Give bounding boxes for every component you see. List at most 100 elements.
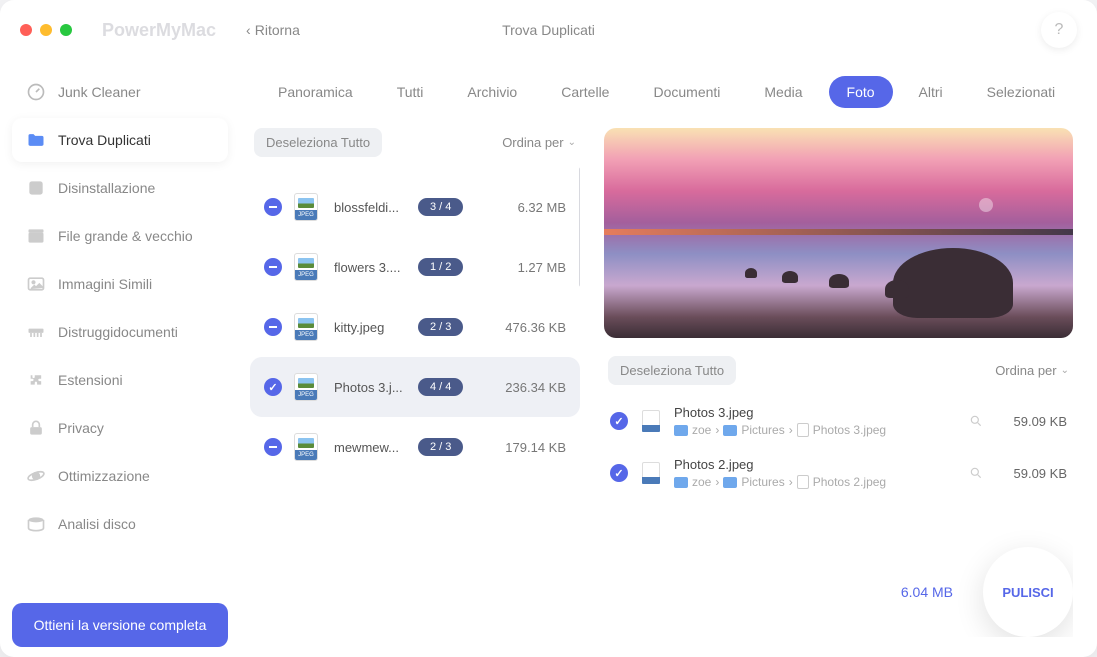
duplicate-group-row[interactable]: JPEG flowers 3.... 1 / 2 1.27 MB (250, 237, 580, 297)
page-icon (797, 475, 809, 489)
app-brand: PowerMyMac (102, 20, 216, 41)
clean-button[interactable]: PULISCI (983, 547, 1073, 637)
chevron-down-icon: ⌄ (568, 137, 576, 148)
file-size: 476.36 KB (475, 320, 566, 335)
sidebar-item-app-grid[interactable]: Disinstallazione (12, 166, 228, 210)
tab-tutti[interactable]: Tutti (379, 76, 442, 108)
checkbox[interactable] (264, 378, 282, 396)
reveal-icon[interactable] (969, 414, 983, 428)
jpeg-icon: JPEG (294, 433, 322, 461)
close-window[interactable] (20, 24, 32, 36)
folder-icon (674, 425, 688, 436)
sidebar: Junk Cleaner Trova Duplicati Disinstallazi… (0, 60, 240, 657)
page-icon (797, 423, 809, 437)
preview-image (604, 128, 1073, 338)
sidebar-item-gauge[interactable]: Junk Cleaner (12, 70, 228, 114)
tab-altri[interactable]: Altri (901, 76, 961, 108)
checkbox[interactable] (610, 412, 628, 430)
path-sep: › (715, 475, 719, 489)
jpeg-icon: JPEG (294, 373, 322, 401)
sidebar-item-orbit[interactable]: Ottimizzazione (12, 454, 228, 498)
minimize-window[interactable] (40, 24, 52, 36)
sort-dropdown[interactable]: Ordina per ⌄ (502, 135, 576, 150)
sidebar-item-label: Analisi disco (58, 516, 136, 532)
file-size: 1.27 MB (475, 260, 566, 275)
path-sep: › (789, 423, 793, 437)
maximize-window[interactable] (60, 24, 72, 36)
jpeg-icon: JPEG (294, 253, 322, 281)
checkbox[interactable] (264, 318, 282, 336)
file-size: 6.32 MB (475, 200, 566, 215)
file-name: flowers 3.... (334, 260, 406, 275)
jpeg-icon (642, 462, 660, 484)
duplicate-group-row[interactable]: JPEG mewmew... 2 / 3 179.14 KB (250, 417, 580, 477)
count-badge: 4 / 4 (418, 378, 463, 396)
tab-media[interactable]: Media (746, 76, 820, 108)
checkbox[interactable] (264, 438, 282, 456)
file-size: 236.34 KB (475, 380, 566, 395)
duplicate-group-row[interactable]: JPEG Photos 3.j... 4 / 4 236.34 KB (250, 357, 580, 417)
sidebar-item-disk[interactable]: Analisi disco (12, 502, 228, 546)
duplicate-file-row[interactable]: Photos 3.jpeg zoe›Pictures›Photos 3.jpeg… (604, 395, 1073, 447)
detail-deselect-button[interactable]: Deseleziona Tutto (608, 356, 736, 385)
duplicate-file-row[interactable]: Photos 2.jpeg zoe›Pictures›Photos 2.jpeg… (604, 447, 1073, 499)
count-badge: 3 / 4 (418, 198, 463, 216)
file-path: zoe›Pictures›Photos 3.jpeg (674, 423, 955, 437)
duplicate-group-row[interactable]: JPEG blossfeldi... 3 / 4 6.32 MB (250, 177, 580, 237)
file-name: kitty.jpeg (334, 320, 406, 335)
sidebar-item-image[interactable]: Immagini Simili (12, 262, 228, 306)
sidebar-item-label: Trova Duplicati (58, 132, 151, 148)
jpeg-icon: JPEG (294, 313, 322, 341)
image-icon (26, 274, 46, 294)
sort-label: Ordina per (502, 135, 563, 150)
file-name: blossfeldi... (334, 200, 406, 215)
gauge-icon (26, 82, 46, 102)
checkbox[interactable] (610, 464, 628, 482)
detail-sort-dropdown[interactable]: Ordina per ⌄ (995, 363, 1069, 378)
disk-icon (26, 514, 46, 534)
folder-icon (674, 477, 688, 488)
sidebar-item-puzzle[interactable]: Estensioni (12, 358, 228, 402)
sidebar-item-label: Privacy (58, 420, 104, 436)
path-segment: Photos 3.jpeg (813, 423, 886, 437)
traffic-lights[interactable] (20, 24, 72, 36)
reveal-icon[interactable] (969, 466, 983, 480)
sidebar-item-label: Estensioni (58, 372, 123, 388)
get-full-version-button[interactable]: Ottieni la versione completa (12, 603, 228, 647)
path-segment: zoe (692, 423, 711, 437)
tab-documenti[interactable]: Documenti (635, 76, 738, 108)
sidebar-item-archive[interactable]: File grande & vecchio (12, 214, 228, 258)
back-label: Ritorna (255, 22, 300, 38)
duplicate-group-row[interactable]: JPEG kitty.jpeg 2 / 3 476.36 KB (250, 297, 580, 357)
shredder-icon (26, 322, 46, 342)
detail-sort-label: Ordina per (995, 363, 1056, 378)
puzzle-icon (26, 370, 46, 390)
chevron-down-icon: ⌄ (1061, 365, 1069, 376)
back-button[interactable]: ‹ Ritorna (246, 22, 300, 38)
sidebar-item-label: Disinstallazione (58, 180, 155, 196)
checkbox[interactable] (264, 258, 282, 276)
file-name: Photos 2.jpeg (674, 457, 955, 472)
tab-panoramica[interactable]: Panoramica (260, 76, 371, 108)
sidebar-item-folder[interactable]: Trova Duplicati (12, 118, 228, 162)
path-sep: › (715, 423, 719, 437)
page-title: Trova Duplicati (502, 22, 595, 38)
file-size: 59.09 KB (997, 414, 1067, 429)
count-badge: 2 / 3 (418, 438, 463, 456)
deselect-all-button[interactable]: Deseleziona Tutto (254, 128, 382, 157)
tab-selezionati[interactable]: Selezionati (969, 76, 1074, 108)
help-button[interactable]: ? (1041, 12, 1077, 48)
lock-icon (26, 418, 46, 438)
sidebar-item-shredder[interactable]: Distruggidocumenti (12, 310, 228, 354)
tab-archivio[interactable]: Archivio (449, 76, 535, 108)
chevron-left-icon: ‹ (246, 22, 251, 38)
sidebar-item-label: Junk Cleaner (58, 84, 141, 100)
file-size: 59.09 KB (997, 466, 1067, 481)
tab-foto[interactable]: Foto (829, 76, 893, 108)
scrollbar[interactable] (579, 167, 580, 287)
path-segment: Pictures (741, 475, 784, 489)
checkbox[interactable] (264, 198, 282, 216)
tab-cartelle[interactable]: Cartelle (543, 76, 627, 108)
sidebar-item-lock[interactable]: Privacy (12, 406, 228, 450)
folder-icon (26, 130, 46, 150)
